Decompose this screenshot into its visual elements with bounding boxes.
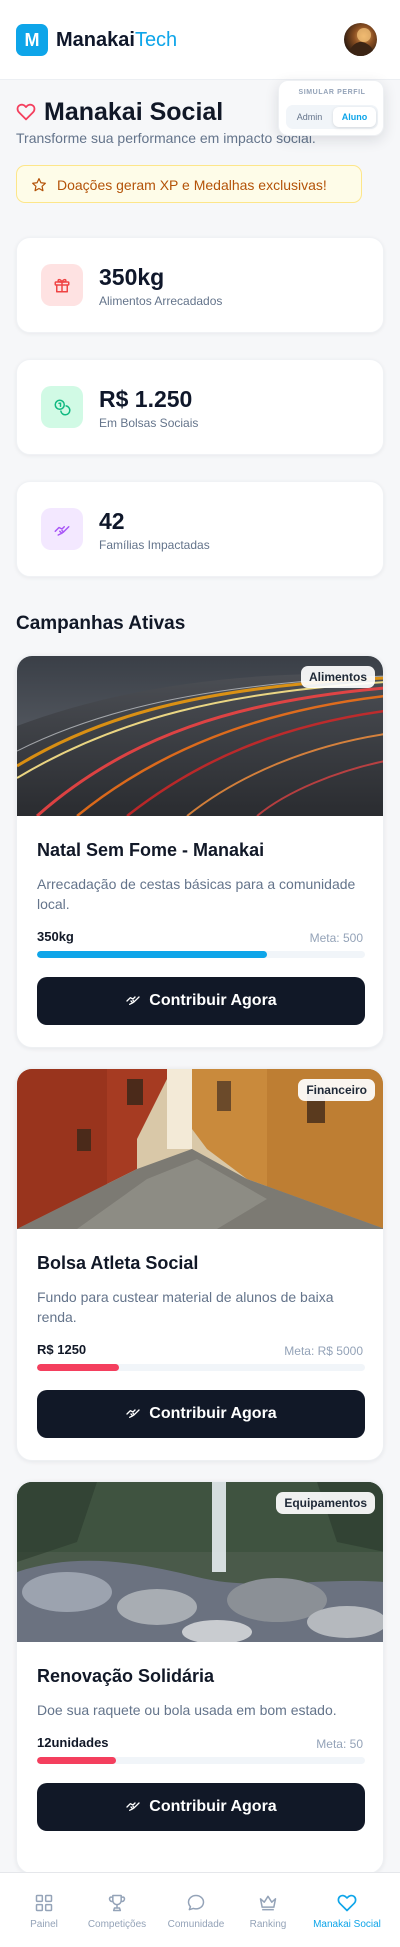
campaign-description: Fundo para custear material de alunos de… (37, 1289, 334, 1325)
brand-name[interactable]: ManakaiTech (56, 28, 177, 52)
campaign-title: Bolsa Atleta Social (37, 1253, 199, 1273)
nav-label: Ranking (249, 1919, 287, 1930)
campaign-description: Doe sua raquete ou bola usada em bom est… (37, 1702, 337, 1718)
campaign-category-badge: Alimentos (300, 666, 375, 688)
campaign-progress-goal: Meta: 500 (309, 931, 363, 945)
campaign-progress-goal: Meta: 50 (316, 1737, 363, 1751)
stat-card-families: 42 Famílias Impactadas (16, 481, 384, 577)
avatar[interactable] (344, 23, 377, 56)
nav-label: Competições (87, 1919, 147, 1930)
nav-item-manakai-social[interactable]: Manakai Social (307, 1873, 387, 1947)
campaign-category-badge: Equipamentos (276, 1492, 375, 1514)
campaign-progress-fill (37, 1757, 116, 1764)
stat-value: 350kg (99, 264, 165, 290)
campaign-progress-bar (37, 1364, 365, 1371)
gift-icon (41, 264, 83, 306)
nav-label: Manakai Social (313, 1919, 381, 1930)
campaign-card: Alimentos Natal Sem Fome - Manakai Arrec… (16, 655, 384, 1048)
stat-value: R$ 1.250 (99, 386, 193, 412)
handshake-icon (126, 1802, 140, 1812)
campaign-progress-current: 12unidades (37, 1735, 109, 1750)
campaign-progress-fill (37, 951, 267, 958)
campaign-description: Arrecadação de cestas básicas para a com… (37, 876, 356, 912)
stat-card-food: 350kg Alimentos Arrecadados (16, 237, 384, 333)
campaign-progress-goal: Meta: R$ 5000 (284, 1344, 363, 1358)
profile-simulator: SIMULAR PERFIL Admin Aluno (278, 80, 384, 136)
contribute-button[interactable]: Contribuir Agora (37, 977, 365, 1025)
campaign-image: Alimentos (17, 656, 383, 816)
nav-item-painel[interactable]: Painel (4, 1873, 84, 1947)
crown-icon (259, 1895, 277, 1911)
nav-item-comunidade[interactable]: Comunidade (156, 1873, 236, 1947)
campaign-card: Financeiro Bolsa Atleta Social Fundo par… (16, 1068, 384, 1461)
trophy-icon (108, 1894, 126, 1912)
nav-label: Comunidade (167, 1919, 225, 1930)
campaign-image: Equipamentos (17, 1482, 383, 1642)
handshake-icon (126, 1409, 140, 1419)
nav-item-competicoes[interactable]: Competições (77, 1873, 157, 1947)
stat-label: Famílias Impactadas (99, 538, 210, 552)
xp-banner-text: Doações geram XP e Medalhas exclusivas! (57, 177, 327, 193)
contribute-button[interactable]: Contribuir Agora (37, 1390, 365, 1438)
bottom-nav: Painel Competições Comunidade Ranking Ma… (0, 1872, 400, 1947)
heart-icon (16, 103, 36, 121)
profile-toggle: Admin Aluno (286, 105, 378, 129)
star-icon (32, 178, 46, 192)
page-subtitle: Transforme sua performance em impacto so… (16, 130, 316, 146)
brand-accent: Tech (134, 29, 178, 51)
campaign-progress-current: 350kg (37, 929, 74, 944)
campaign-title: Natal Sem Fome - Manakai (37, 840, 265, 860)
coins-icon (41, 386, 83, 428)
logo-icon[interactable]: M (16, 24, 48, 56)
xp-banner: Doações geram XP e Medalhas exclusivas! (16, 165, 362, 203)
campaign-title: Renovação Solidária (37, 1666, 215, 1686)
chat-bubble-icon (187, 1894, 205, 1911)
grid-icon (35, 1894, 53, 1912)
campaign-category-badge: Financeiro (298, 1079, 375, 1101)
page-title: Manakai Social (44, 98, 224, 126)
campaign-progress-current: R$ 1250 (37, 1342, 87, 1357)
profile-option-aluno[interactable]: Aluno (333, 107, 376, 127)
nav-item-ranking[interactable]: Ranking (228, 1873, 308, 1947)
handshake-icon (126, 996, 140, 1006)
heart-icon (337, 1894, 357, 1912)
campaign-progress-bar (37, 951, 365, 958)
campaign-progress-fill (37, 1364, 119, 1371)
campaign-image: Financeiro (17, 1069, 383, 1229)
stat-label: Alimentos Arrecadados (99, 294, 223, 308)
contribute-button-label: Contribuir Agora (149, 1405, 277, 1422)
contribute-button-label: Contribuir Agora (149, 992, 277, 1009)
brand-main: Manakai (56, 29, 135, 51)
app-header: M ManakaiTech (0, 0, 400, 80)
nav-label: Painel (30, 1919, 58, 1930)
profile-simulator-title: SIMULAR PERFIL (298, 89, 366, 96)
stat-card-scholarships: R$ 1.250 Em Bolsas Sociais (16, 359, 384, 455)
campaign-card: Equipamentos Renovação Solidária Doe sua… (16, 1481, 384, 1874)
contribute-button[interactable]: Contribuir Agora (37, 1783, 365, 1831)
campaign-progress-bar (37, 1757, 365, 1764)
contribute-button-label: Contribuir Agora (149, 1798, 277, 1815)
stat-label: Em Bolsas Sociais (99, 416, 199, 430)
section-title: Campanhas Ativas (16, 613, 186, 634)
profile-option-admin[interactable]: Admin (288, 107, 331, 127)
handshake-icon (41, 508, 83, 550)
stat-value: 42 (99, 508, 125, 534)
